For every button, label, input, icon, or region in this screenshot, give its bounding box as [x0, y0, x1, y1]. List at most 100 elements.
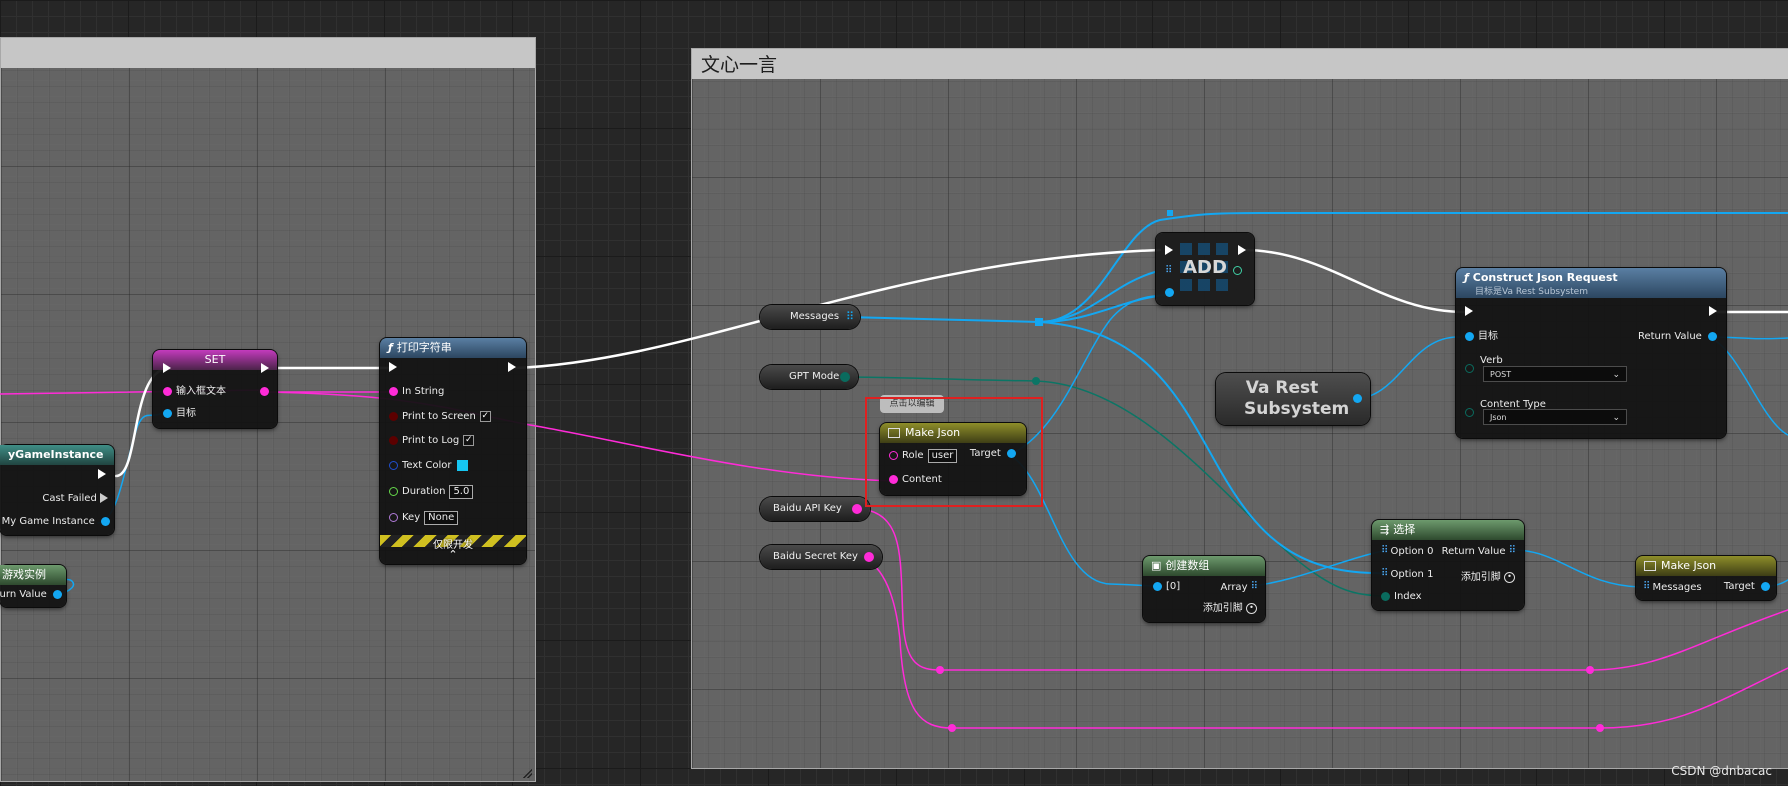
- duration-pin[interactable]: [389, 486, 398, 496]
- content-type-pin[interactable]: [1465, 407, 1474, 417]
- target-label: Target: [1723, 581, 1755, 592]
- make-array-icon: ▣: [1151, 559, 1162, 572]
- exec-out-pin[interactable]: [1709, 306, 1717, 316]
- print-to-screen-pin[interactable]: [389, 411, 398, 421]
- new-item-pin[interactable]: [1165, 287, 1174, 297]
- chevron-down-icon: ⌄: [1612, 370, 1620, 380]
- cast-to-game-instance-node[interactable]: yGameInstance Cast Failed s My Game Inst…: [0, 445, 114, 535]
- cast-failed-exec-pin[interactable]: [100, 493, 108, 503]
- wire-exec: [1241, 248, 1467, 314]
- as-game-instance-pin[interactable]: [101, 516, 110, 526]
- construct-json-request-node[interactable]: ƒ Construct Json Request 目标是Va Rest Subsy…: [1456, 268, 1726, 438]
- print-to-log-label: Print to Log: [402, 435, 460, 446]
- va-rest-subsystem-node[interactable]: Va Rest Subsystem: [1216, 373, 1370, 425]
- make-array-title-text: 创建数组: [1165, 559, 1210, 572]
- target-pin[interactable]: [1465, 331, 1474, 341]
- print-string-title: ƒ 打印字符串: [380, 338, 526, 358]
- element-0-pin[interactable]: [1153, 581, 1162, 591]
- print-string-node[interactable]: ƒ 打印字符串 In String Print to Screen ✓ Print …: [380, 338, 526, 564]
- array-label: Array: [1220, 582, 1248, 593]
- index-out-pin[interactable]: [1233, 265, 1242, 275]
- print-to-log-pin[interactable]: [389, 435, 398, 445]
- exec-in-pin[interactable]: [389, 362, 397, 372]
- baidu-secret-key-variable-node[interactable]: Baidu Secret Key: [760, 545, 882, 569]
- key-label: Key: [402, 512, 421, 523]
- text-out-pin[interactable]: [260, 386, 269, 396]
- array-out-pin-icon[interactable]: ⠿: [1251, 580, 1258, 594]
- text-in-pin[interactable]: [163, 386, 172, 396]
- target-pin[interactable]: [163, 408, 172, 418]
- return-value-pin[interactable]: [53, 589, 62, 599]
- exec-out-pin[interactable]: [508, 362, 516, 372]
- baidu-api-key-pin[interactable]: [852, 504, 862, 514]
- set-variable-node[interactable]: SET 输入框文本 目标: [153, 350, 277, 428]
- baidu-api-key-variable-node[interactable]: Baidu API Key: [760, 497, 870, 521]
- gpt-mode-variable-node[interactable]: GPT Mode: [760, 365, 858, 389]
- return-value-label: Return Value: [1637, 331, 1702, 342]
- exec-in-pin[interactable]: [163, 363, 171, 373]
- print-to-log-checkbox[interactable]: ✓: [463, 434, 475, 446]
- verb-pin[interactable]: [1465, 363, 1474, 373]
- key-pin[interactable]: [389, 512, 398, 522]
- exec-in-pin[interactable]: [1165, 245, 1173, 255]
- content-type-select[interactable]: Json ⌄: [1483, 409, 1627, 425]
- print-to-screen-label: Print to Screen: [402, 411, 476, 422]
- select-add-pin-label: 添加引脚: [1460, 572, 1501, 583]
- option-0-pin-icon[interactable]: ⠿: [1381, 544, 1388, 558]
- add-pin-icon[interactable]: •: [1246, 602, 1257, 614]
- duration-input[interactable]: 5.0: [449, 485, 474, 499]
- watermark: CSDN @dnbacac: [1671, 764, 1772, 778]
- element-0-label: [0]: [1166, 581, 1181, 592]
- in-string-pin[interactable]: [389, 386, 398, 396]
- exec-out-pin[interactable]: [1238, 245, 1246, 255]
- select-title-text: 选择: [1393, 523, 1416, 536]
- content-type-select-value: Json: [1490, 413, 1507, 422]
- key-input[interactable]: None: [424, 511, 459, 525]
- subsystem-out-pin[interactable]: [1353, 394, 1362, 403]
- exec-in-pin[interactable]: [1465, 306, 1473, 316]
- return-array-pin-icon[interactable]: ⠿: [1509, 544, 1516, 558]
- make-json-2-title: Make Json: [1636, 556, 1776, 576]
- reroute-knot: [1167, 210, 1173, 216]
- text-color-pin[interactable]: [389, 460, 398, 470]
- array-add-node[interactable]: ADD ⠿: [1156, 233, 1254, 305]
- baidu-secret-key-label: Baidu Secret Key: [773, 551, 858, 562]
- target-array-pin-icon[interactable]: ⠿: [1165, 264, 1172, 278]
- collapse-chevron-icon[interactable]: ⌃: [380, 548, 526, 561]
- text-color-swatch[interactable]: [456, 459, 468, 471]
- add-pin-icon[interactable]: •: [1504, 571, 1515, 583]
- messages-pin-label: Messages: [1652, 582, 1702, 593]
- target-out-pin[interactable]: [1761, 581, 1770, 591]
- gpt-mode-pin[interactable]: [840, 372, 850, 382]
- verb-select[interactable]: POST ⌄: [1483, 366, 1627, 382]
- select-node[interactable]: ⇶ 选择 ⠿ Option 0 ⠿ Option 1 Index Return V…: [1372, 520, 1524, 610]
- messages-variable-node[interactable]: Messages ⠿: [760, 305, 860, 329]
- messages-array-pin-icon[interactable]: ⠿: [846, 305, 854, 329]
- construct-json-subtitle: 目标是Va Rest Subsystem: [1475, 287, 1588, 297]
- messages-array-pin-icon[interactable]: ⠿: [1643, 580, 1650, 594]
- return-value-pin[interactable]: [1708, 331, 1717, 341]
- function-icon: ƒ: [1464, 271, 1469, 284]
- make-array-node[interactable]: ▣ 创建数组 [0] Array ⠿ 添加引脚 •: [1143, 556, 1265, 622]
- option-1-pin-icon[interactable]: ⠿: [1381, 567, 1388, 581]
- index-label: Index: [1394, 591, 1422, 602]
- baidu-secret-key-pin[interactable]: [864, 552, 874, 562]
- make-json-node-2[interactable]: Make Json ⠿ Messages Target: [1636, 556, 1776, 600]
- print-to-screen-checkbox[interactable]: ✓: [479, 410, 491, 422]
- exec-out-pin[interactable]: [98, 469, 106, 479]
- messages-label: Messages: [790, 311, 840, 322]
- exec-out-pin[interactable]: [261, 363, 269, 373]
- make-array-add-pin-label: 添加引脚: [1202, 603, 1243, 614]
- reroute-knot: [936, 666, 944, 674]
- target-label: 目标: [1478, 331, 1498, 342]
- target-pin-label: 目标: [176, 408, 196, 419]
- wire-object: [1039, 321, 1388, 575]
- va-rest-subsystem-title: Va Rest Subsystem: [1244, 378, 1350, 419]
- index-pin[interactable]: [1381, 591, 1390, 601]
- option-0-label: Option 0: [1390, 546, 1434, 557]
- select-node-title: ⇶ 选择: [1372, 520, 1524, 540]
- wire-object: [1252, 549, 1388, 587]
- struct-icon: [1644, 561, 1656, 571]
- get-game-instance-node[interactable]: 游戏实例 urn Value: [0, 565, 66, 607]
- construct-json-header: ƒ Construct Json Request 目标是Va Rest Subsy…: [1456, 268, 1726, 298]
